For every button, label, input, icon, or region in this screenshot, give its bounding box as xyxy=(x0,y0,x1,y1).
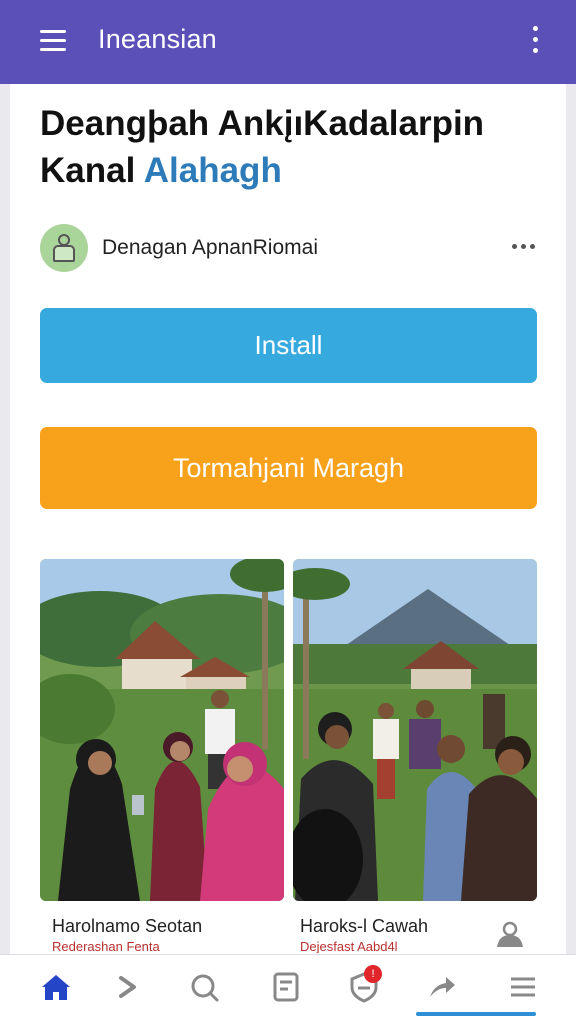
user-avatar-icon[interactable] xyxy=(40,224,88,272)
secondary-action-button[interactable]: Tormahjani Maragh xyxy=(40,427,537,509)
search-icon[interactable] xyxy=(186,969,222,1005)
gallery-caption: Harolnamo Seotan xyxy=(52,916,203,936)
more-horiz-icon[interactable] xyxy=(512,244,536,252)
menu-icon[interactable] xyxy=(40,30,66,52)
gallery-caption: Haroks-l Cawah xyxy=(300,916,429,936)
article-title: Deangþah AnkįıKadalarpin Kanal Alahagh xyxy=(40,100,540,194)
village-crowd-photo xyxy=(293,559,537,901)
share-icon[interactable] xyxy=(424,969,460,1005)
chevron-right-icon[interactable] xyxy=(110,969,146,1005)
list-menu-icon[interactable] xyxy=(505,969,541,1005)
author-row: Denagan ApnanRiomai xyxy=(40,224,540,272)
gallery-photo[interactable] xyxy=(293,559,537,901)
gallery-subcaption: Dejesfast Aabd4l xyxy=(300,939,398,953)
shield-icon[interactable]: ! xyxy=(346,965,382,1005)
gallery-photo[interactable] xyxy=(40,559,284,901)
app-title: Ineansian xyxy=(98,24,217,54)
article-title-accent: Alahagh xyxy=(143,151,282,190)
install-button[interactable]: Install xyxy=(40,308,537,383)
village-gathering-photo xyxy=(40,559,284,901)
app-bar: Ineansian xyxy=(0,0,576,84)
active-tab-indicator xyxy=(416,1012,536,1016)
profile-icon[interactable] xyxy=(494,920,526,948)
gallery-subcaption: Rederashan Fenta xyxy=(52,939,160,953)
author-name[interactable]: Denagan ApnanRiomai xyxy=(102,236,318,260)
more-vert-icon[interactable] xyxy=(528,26,542,56)
notification-badge: ! xyxy=(364,965,382,983)
home-icon[interactable] xyxy=(38,969,74,1005)
document-icon[interactable] xyxy=(268,969,304,1005)
